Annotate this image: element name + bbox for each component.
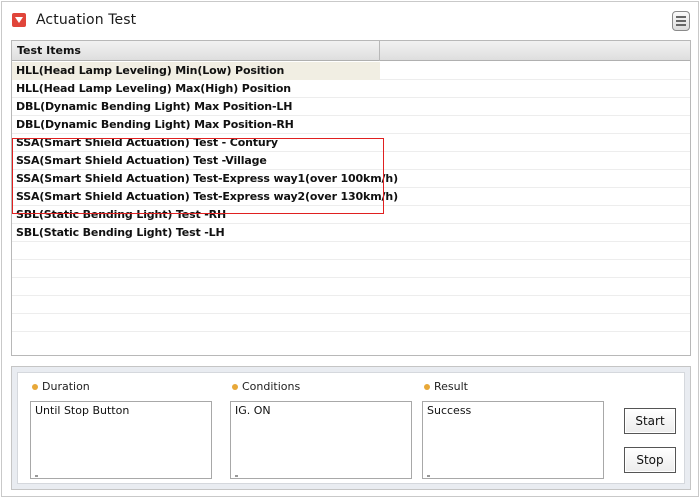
test-item-label: SSA(Smart Shield Actuation) Test - Contu… <box>16 136 278 149</box>
duration-label: Duration <box>42 380 90 393</box>
bullet-icon <box>232 384 238 390</box>
table-row[interactable]: DBL(Dynamic Bending Light) Max Position-… <box>12 98 690 116</box>
table-row[interactable]: SSA(Smart Shield Actuation) Test-Express… <box>12 188 690 206</box>
test-item-label: SBL(Static Bending Light) Test -RH <box>16 208 227 221</box>
bullet-icon <box>32 384 38 390</box>
result-label: Result <box>434 380 468 393</box>
test-items-table: Test Items HLL(Head Lamp Leveling) Min(L… <box>11 40 691 356</box>
table-row[interactable]: DBL(Dynamic Bending Light) Max Position-… <box>12 116 690 134</box>
table-row[interactable]: SSA(Smart Shield Actuation) Test - Contu… <box>12 134 690 152</box>
duration-textbox[interactable]: Until Stop Button <box>30 401 212 479</box>
test-item-label: SSA(Smart Shield Actuation) Test -Villag… <box>16 154 267 167</box>
details-inner: Duration Until Stop Button Conditions IG… <box>17 372 685 484</box>
table-row[interactable]: HLL(Head Lamp Leveling) Min(Low) Positio… <box>12 62 690 80</box>
details-panel: Duration Until Stop Button Conditions IG… <box>11 366 691 490</box>
table-row[interactable] <box>12 278 690 296</box>
test-item-label: HLL(Head Lamp Leveling) Max(High) Positi… <box>16 82 291 95</box>
red-dropdown-icon[interactable] <box>12 13 26 27</box>
test-item-label: SSA(Smart Shield Actuation) Test-Express… <box>16 190 398 203</box>
conditions-value: IG. ON <box>235 404 271 417</box>
start-button[interactable]: Start <box>624 408 676 434</box>
table-row[interactable]: SSA(Smart Shield Actuation) Test -Villag… <box>12 152 690 170</box>
title-bar: Actuation Test <box>2 2 698 38</box>
table-row[interactable]: HLL(Head Lamp Leveling) Max(High) Positi… <box>12 80 690 98</box>
duration-value: Until Stop Button <box>35 404 130 417</box>
table-row[interactable]: SSA(Smart Shield Actuation) Test-Express… <box>12 170 690 188</box>
test-item-label: SSA(Smart Shield Actuation) Test-Express… <box>16 172 398 185</box>
conditions-textbox[interactable]: IG. ON <box>230 401 412 479</box>
window-title: Actuation Test <box>36 12 137 28</box>
column-header-test-items[interactable]: Test Items <box>12 41 380 61</box>
table-header: Test Items <box>12 41 690 61</box>
table-row[interactable]: SBL(Static Bending Light) Test -RH <box>12 206 690 224</box>
bullet-icon <box>424 384 430 390</box>
result-field: Result Success <box>422 379 608 479</box>
test-item-label: DBL(Dynamic Bending Light) Max Position-… <box>16 100 293 113</box>
actuation-test-window: Actuation Test Test Items HLL(Head Lamp … <box>1 1 699 497</box>
result-value: Success <box>427 404 472 417</box>
list-menu-icon[interactable] <box>672 11 690 31</box>
column-header-blank[interactable] <box>380 41 690 61</box>
table-row[interactable] <box>12 242 690 260</box>
test-item-label: SBL(Static Bending Light) Test -LH <box>16 226 225 239</box>
table-body: HLL(Head Lamp Leveling) Min(Low) Positio… <box>12 62 690 332</box>
stop-button[interactable]: Stop <box>624 447 676 473</box>
duration-field: Duration Until Stop Button <box>30 379 216 479</box>
table-row[interactable]: SBL(Static Bending Light) Test -LH <box>12 224 690 242</box>
table-row[interactable] <box>12 314 690 332</box>
conditions-label: Conditions <box>242 380 301 393</box>
result-textbox[interactable]: Success <box>422 401 604 479</box>
table-row[interactable] <box>12 260 690 278</box>
test-item-label: DBL(Dynamic Bending Light) Max Position-… <box>16 118 294 131</box>
table-row[interactable] <box>12 296 690 314</box>
conditions-field: Conditions IG. ON <box>230 379 416 479</box>
test-item-label: HLL(Head Lamp Leveling) Min(Low) Positio… <box>16 64 285 77</box>
